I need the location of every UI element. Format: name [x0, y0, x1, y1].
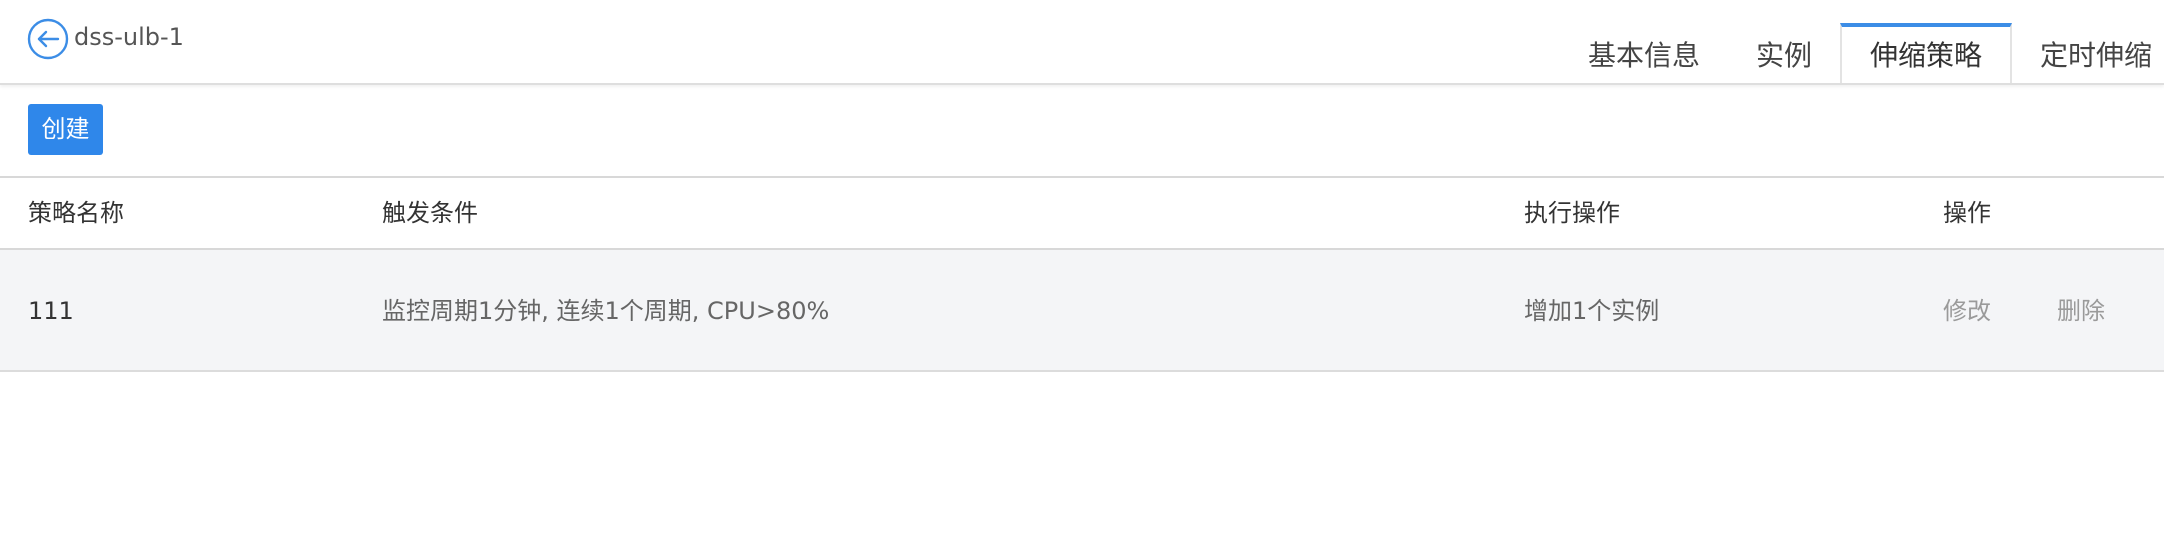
page-title: dss-ulb-1 [74, 23, 184, 51]
back-arrow-circle-icon [27, 18, 69, 60]
column-header-action: 执行操作 [1524, 199, 1620, 227]
tab-basic-info[interactable]: 基本信息 [1560, 25, 1728, 83]
column-header-operations: 操作 [1943, 199, 1991, 227]
table-row: 111 监控周期1分钟, 连续1个周期, CPU>80% 增加1个实例 修改 删… [0, 250, 2164, 372]
delete-link[interactable]: 删除 [2057, 250, 2105, 372]
column-header-trigger: 触发条件 [382, 199, 478, 227]
tab-scaling-policy[interactable]: 伸缩策略 [1839, 23, 2012, 83]
edit-link[interactable]: 修改 [1943, 250, 1991, 372]
action-cell: 增加1个实例 [1524, 297, 1660, 325]
trigger-condition-cell: 监控周期1分钟, 连续1个周期, CPU>80% [382, 297, 830, 325]
table-header: 策略名称 触发条件 执行操作 操作 [0, 176, 2164, 250]
tab-bar: 基本信息 实例 伸缩策略 定时伸缩 [1560, 23, 2164, 83]
toolbar: 创建 [0, 85, 2164, 177]
column-header-policy-name: 策略名称 [28, 199, 124, 227]
create-button[interactable]: 创建 [28, 104, 103, 155]
back-button[interactable] [27, 18, 69, 60]
tab-scheduled-scaling[interactable]: 定时伸缩 [2012, 25, 2164, 83]
policy-table: 策略名称 触发条件 执行操作 操作 111 监控周期1分钟, 连续1个周期, C… [0, 176, 2164, 372]
page-header: dss-ulb-1 基本信息 实例 伸缩策略 定时伸缩 [0, 0, 2164, 85]
tab-instances[interactable]: 实例 [1728, 25, 1840, 83]
policy-name-cell: 111 [28, 297, 74, 325]
